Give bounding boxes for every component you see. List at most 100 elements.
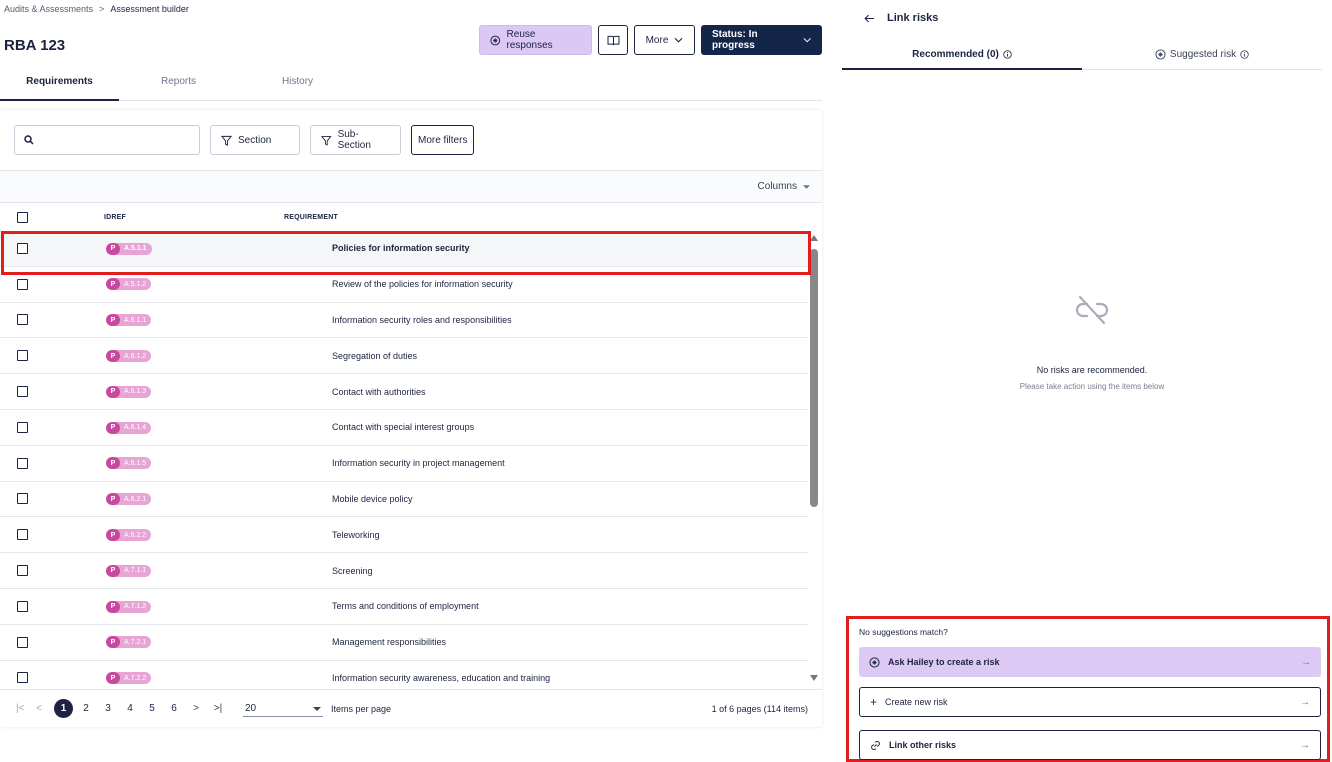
table-row[interactable]: P A.6.1.1 Information security roles and r… (0, 303, 808, 339)
requirement-cell[interactable]: Information security awareness, educatio… (284, 673, 808, 683)
tab-reports[interactable]: Reports (119, 70, 238, 100)
requirement-cell[interactable]: Teleworking (284, 530, 808, 540)
table-row[interactable]: P A.6.2.2 Teleworking (0, 517, 808, 554)
row-checkbox[interactable] (17, 350, 28, 362)
scroll-thumb[interactable] (810, 249, 818, 507)
table-scrollbar[interactable] (810, 235, 818, 689)
idref-cell: P A.7.1.2 (60, 600, 284, 613)
breadcrumb-parent[interactable]: Audits & Assessments (4, 4, 93, 14)
pagination: |< < 1 2 3 4 5 6 > >| 20 Items per page … (0, 689, 822, 727)
requirement-cell[interactable]: Policies for information security (284, 243, 808, 253)
row-checkbox[interactable] (17, 314, 28, 326)
tab-suggested-risk[interactable]: Suggested risk (1082, 40, 1322, 69)
idref-prefix: P (106, 350, 120, 363)
arrow-right-icon: → (1301, 656, 1311, 668)
idref-prefix: P (106, 385, 120, 398)
prev-page-button[interactable]: < (36, 703, 52, 714)
requirement-cell[interactable]: Management responsibilities (284, 637, 808, 647)
idref-code: A.7.2.2 (124, 674, 147, 682)
subsection-filter-button[interactable]: Sub-Section (310, 125, 401, 155)
scroll-down-arrow[interactable] (810, 675, 818, 681)
table-row[interactable]: P A.6.1.3 Contact with authorities (0, 374, 808, 410)
select-all-checkbox[interactable] (17, 211, 28, 223)
more-filters-button[interactable]: More filters (411, 125, 475, 155)
search-input[interactable] (40, 134, 190, 146)
table-row[interactable]: P A.6.1.2 Segregation of duties (0, 338, 808, 375)
row-checkbox[interactable] (17, 421, 28, 433)
tab-bar: Requirements Reports History (0, 70, 822, 101)
page-4-button[interactable]: 4 (119, 703, 141, 714)
row-checkbox[interactable] (17, 600, 28, 612)
idref-code: A.6.2.1 (124, 495, 147, 503)
idref-pill: P A.6.2.2 (106, 529, 152, 542)
idref-pill: P A.5.1.1 (106, 242, 152, 255)
scroll-up-arrow[interactable] (810, 235, 818, 241)
idref-pill: P A.6.1.5 (106, 457, 152, 470)
reuse-responses-button[interactable]: Reuse responses (479, 25, 592, 55)
page-6-button[interactable]: 6 (163, 703, 185, 714)
more-button[interactable]: More (634, 25, 695, 55)
requirement-cell[interactable]: Information security in project manageme… (284, 458, 808, 468)
guide-button[interactable] (598, 25, 628, 55)
section-filter-button[interactable]: Section (210, 125, 300, 155)
row-checkbox[interactable] (17, 565, 28, 577)
requirement-cell[interactable]: Review of the policies for information s… (284, 279, 808, 289)
table-row[interactable]: P A.7.2.1 Management responsibilities (0, 625, 808, 661)
requirement-cell[interactable]: Terms and conditions of employment (284, 601, 808, 611)
row-checkbox[interactable] (17, 457, 28, 469)
idref-header[interactable]: IDREF (60, 214, 284, 221)
link-other-risks-button[interactable]: Link other risks → (859, 730, 1321, 760)
link-risks-panel: Link risks Recommended (0) Suggested ris… (842, 0, 1332, 762)
create-new-risk-button[interactable]: + Create new risk → (859, 687, 1321, 717)
idref-cell: P A.6.1.2 (60, 350, 284, 363)
columns-button[interactable]: Columns (758, 181, 810, 192)
requirement-cell[interactable]: Segregation of duties (284, 351, 808, 361)
subsection-filter-label: Sub-Section (337, 129, 371, 151)
status-button[interactable]: Status: In progress (701, 25, 822, 55)
table-row[interactable]: P A.6.2.1 Mobile device policy (0, 482, 808, 518)
page-title: RBA 123 (4, 37, 66, 54)
ask-hailey-button[interactable]: Ask Hailey to create a risk → (859, 647, 1321, 677)
idref-code: A.6.1.5 (124, 459, 147, 467)
reuse-responses-label: Reuse responses (506, 29, 553, 51)
items-per-page-select[interactable]: 20 (243, 701, 323, 717)
page-5-button[interactable]: 5 (141, 703, 163, 714)
requirement-cell[interactable]: Information security roles and responsib… (284, 315, 808, 325)
tab-history[interactable]: History (238, 70, 357, 100)
requirement-cell[interactable]: Screening (284, 566, 808, 576)
row-checkbox[interactable] (17, 278, 28, 290)
page-1-button[interactable]: 1 (54, 699, 73, 718)
requirement-header[interactable]: REQUIREMENT (284, 214, 822, 221)
last-page-button[interactable]: >| (207, 703, 229, 714)
tab-recommended[interactable]: Recommended (0) (842, 40, 1082, 70)
tab-requirements[interactable]: Requirements (0, 70, 119, 101)
page-3-button[interactable]: 3 (97, 703, 119, 714)
table-row[interactable]: P A.7.2.2 Information security awareness, … (0, 661, 808, 689)
table-body: P A.5.1.1 Policies for information securit… (0, 231, 808, 689)
table-row[interactable]: P A.7.1.2 Terms and conditions of employme… (0, 589, 808, 625)
table-row[interactable]: P A.6.1.5 Information security in project … (0, 446, 808, 482)
table-row[interactable]: P A.6.1.4 Contact with special interest gr… (0, 410, 808, 446)
row-checkbox-cell (0, 314, 60, 326)
link-other-risks-label: Link other risks (889, 740, 957, 750)
requirement-cell[interactable]: Contact with special interest groups (284, 422, 808, 432)
search-icon (24, 135, 34, 145)
arrow-left-icon[interactable] (864, 14, 875, 23)
idref-pill: P A.7.2.1 (106, 636, 152, 649)
row-checkbox[interactable] (17, 386, 28, 398)
requirement-cell[interactable]: Contact with authorities (284, 387, 808, 397)
row-checkbox[interactable] (17, 529, 28, 541)
requirement-cell[interactable]: Mobile device policy (284, 494, 808, 504)
row-checkbox[interactable] (17, 636, 28, 648)
table-row[interactable]: P A.5.1.1 Policies for information securit… (0, 231, 808, 267)
first-page-button[interactable]: |< (16, 703, 32, 714)
row-checkbox[interactable] (17, 672, 28, 684)
row-checkbox[interactable] (17, 493, 28, 505)
search-box (14, 125, 200, 155)
table-row[interactable]: P A.5.1.2 Review of the policies for infor… (0, 267, 808, 303)
page-2-button[interactable]: 2 (75, 703, 97, 714)
idref-cell: P A.6.1.1 (60, 314, 284, 327)
row-checkbox[interactable] (17, 242, 28, 254)
table-row[interactable]: P A.7.1.1 Screening (0, 553, 808, 589)
next-page-button[interactable]: > (185, 703, 207, 714)
